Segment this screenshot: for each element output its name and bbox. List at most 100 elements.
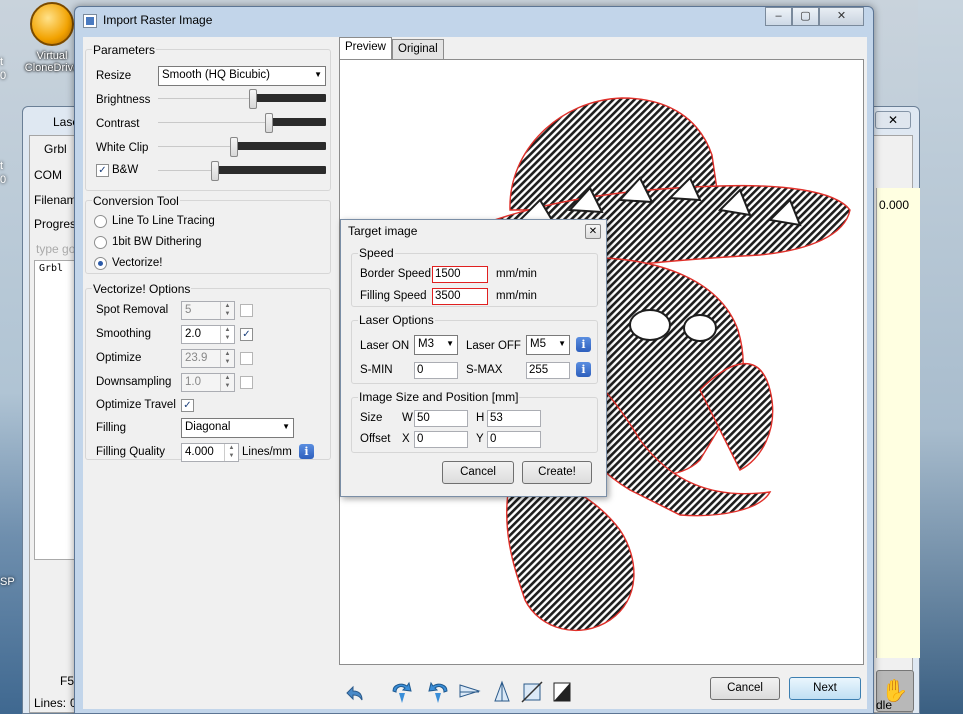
size-position-title: Image Size and Position [mm] (358, 390, 520, 404)
optimize-input[interactable]: 23.9 ▲ ▼ (181, 349, 235, 368)
spot-removal-input[interactable]: 5 ▲ ▼ (181, 301, 235, 320)
bw-dithering-label: 1bit BW Dithering (112, 236, 202, 248)
desktop-background-right (918, 0, 963, 714)
filling-quality-label: Filling Quality (96, 446, 166, 458)
dialog-cancel-button[interactable]: Cancel (442, 461, 514, 484)
background-log-list: Grbl (34, 260, 78, 560)
rotate-cw-icon[interactable] (425, 679, 451, 705)
spot-removal-label: Spot Removal (96, 304, 169, 316)
filling-speed-unit: mm/min (496, 290, 537, 302)
dialog-close-button[interactable]: ✕ (585, 224, 601, 239)
filling-speed-label: Filling Speed (360, 290, 427, 302)
desktop-text-fragment: t (0, 56, 4, 68)
contrast-slider-thumb[interactable] (265, 113, 273, 133)
downsampling-input[interactable]: 1.0 ▲ ▼ (181, 373, 235, 392)
title-bar[interactable]: Import Raster Image – ▢ ✕ (75, 7, 873, 35)
laser-off-label: Laser OFF (466, 340, 521, 352)
clonedrive-sheep-icon (30, 2, 74, 46)
radio-line-to-line[interactable] (94, 215, 107, 228)
laser-options-title: Laser Options (358, 313, 435, 327)
laser-off-select[interactable]: M5 (526, 335, 570, 355)
spot-removal-checkbox[interactable] (240, 304, 253, 317)
height-input[interactable]: 53 (487, 410, 541, 427)
background-status-value: 0.000 (879, 198, 910, 212)
brightness-slider-thumb[interactable] (249, 89, 257, 109)
dialog-title: Target image (348, 224, 418, 238)
brightness-slider[interactable] (158, 89, 326, 109)
filling-quality-info-icon[interactable]: i (299, 444, 314, 459)
brightness-label: Brightness (96, 94, 151, 106)
laser-on-select[interactable]: M3 (414, 335, 458, 355)
background-close-button[interactable]: ✕ (875, 111, 911, 129)
size-label: Size (360, 412, 383, 424)
invert-icon[interactable] (549, 679, 575, 705)
smoothing-checkbox[interactable]: ✓ (240, 328, 253, 341)
parameters-title: Parameters (92, 43, 157, 57)
laser-on-label: Laser ON (360, 340, 410, 352)
cancel-button[interactable]: Cancel (710, 677, 780, 700)
offset-y-input[interactable]: 0 (487, 431, 541, 448)
downsampling-checkbox[interactable] (240, 376, 253, 389)
radio-vectorize[interactable] (94, 257, 107, 270)
optimize-checkbox[interactable] (240, 352, 253, 365)
smin-input[interactable]: 0 (414, 362, 458, 379)
radio-bw-dithering[interactable] (94, 236, 107, 249)
resize-label: Resize (96, 70, 132, 82)
border-speed-input[interactable]: 1500 (432, 266, 488, 283)
tab-preview[interactable]: Preview (339, 37, 392, 59)
flip-vertical-icon[interactable] (489, 679, 515, 705)
background-log-item: Grbl (39, 263, 64, 274)
next-button[interactable]: Next (789, 677, 861, 700)
white-clip-slider[interactable] (158, 137, 326, 157)
resize-select[interactable]: Smooth (HQ Bicubic) (158, 66, 326, 86)
contrast-slider[interactable] (158, 113, 326, 133)
laser-mode-info-icon[interactable]: i (576, 337, 591, 352)
background-status-idle: dle (876, 698, 893, 712)
filling-speed-input[interactable]: 3500 (432, 288, 488, 305)
smoothing-label: Smoothing (96, 328, 151, 340)
smax-info-icon[interactable]: i (576, 362, 591, 377)
flip-horizontal-icon[interactable] (457, 679, 483, 705)
offset-x-input[interactable]: 0 (414, 431, 468, 448)
rotate-ccw-icon[interactable] (389, 679, 415, 705)
line-to-line-label: Line To Line Tracing (112, 215, 215, 227)
window-title: Import Raster Image (103, 13, 213, 27)
background-status-panel: 0.000 (876, 188, 920, 658)
offset-label: Offset (360, 433, 391, 445)
border-speed-unit: mm/min (496, 268, 537, 280)
filling-quality-input[interactable]: 4.000 ▲ ▼ (181, 443, 239, 462)
offset-y-label: Y (476, 433, 484, 445)
crop-icon[interactable] (519, 679, 545, 705)
desktop-text-fragment: 0 (0, 174, 7, 186)
white-clip-slider-thumb[interactable] (230, 137, 238, 157)
filling-select[interactable]: Diagonal (181, 418, 294, 438)
window-controls: – ▢ ✕ (765, 7, 864, 27)
smax-label: S-MAX (466, 364, 503, 376)
border-speed-label: Border Speed (360, 268, 431, 280)
background-command-input[interactable]: type go (36, 242, 75, 256)
undo-icon[interactable] (341, 679, 367, 705)
close-button[interactable]: ✕ (819, 7, 864, 26)
tab-original[interactable]: Original (392, 39, 444, 59)
bw-slider-thumb[interactable] (211, 161, 219, 181)
desktop-text-fragment: 0 (0, 70, 7, 82)
smin-label: S-MIN (360, 364, 393, 376)
width-label: W (402, 412, 413, 424)
speed-group: Speed Border Speed 1500 mm/min Filling S… (351, 246, 598, 307)
white-clip-label: White Clip (96, 142, 149, 154)
bw-checkbox[interactable]: ✓ (96, 164, 109, 177)
smax-input[interactable]: 255 (526, 362, 570, 379)
minimize-button[interactable]: – (765, 7, 792, 26)
maximize-button[interactable]: ▢ (792, 7, 819, 26)
background-menu-grbl[interactable]: Grbl (44, 142, 67, 156)
width-input[interactable]: 50 (414, 410, 468, 427)
vectorize-label: Vectorize! (112, 257, 163, 269)
offset-x-label: X (402, 433, 410, 445)
smoothing-input[interactable]: 2.0 ▲ ▼ (181, 325, 235, 344)
bw-slider[interactable] (158, 161, 326, 181)
optimize-travel-checkbox[interactable]: ✓ (181, 399, 194, 412)
conversion-tool-group: Conversion Tool Line To Line Tracing 1bi… (85, 194, 331, 274)
optimize-label: Optimize (96, 352, 142, 364)
dialog-create-button[interactable]: Create! (522, 461, 592, 484)
size-position-group: Image Size and Position [mm] Size W 50 H… (351, 390, 598, 453)
